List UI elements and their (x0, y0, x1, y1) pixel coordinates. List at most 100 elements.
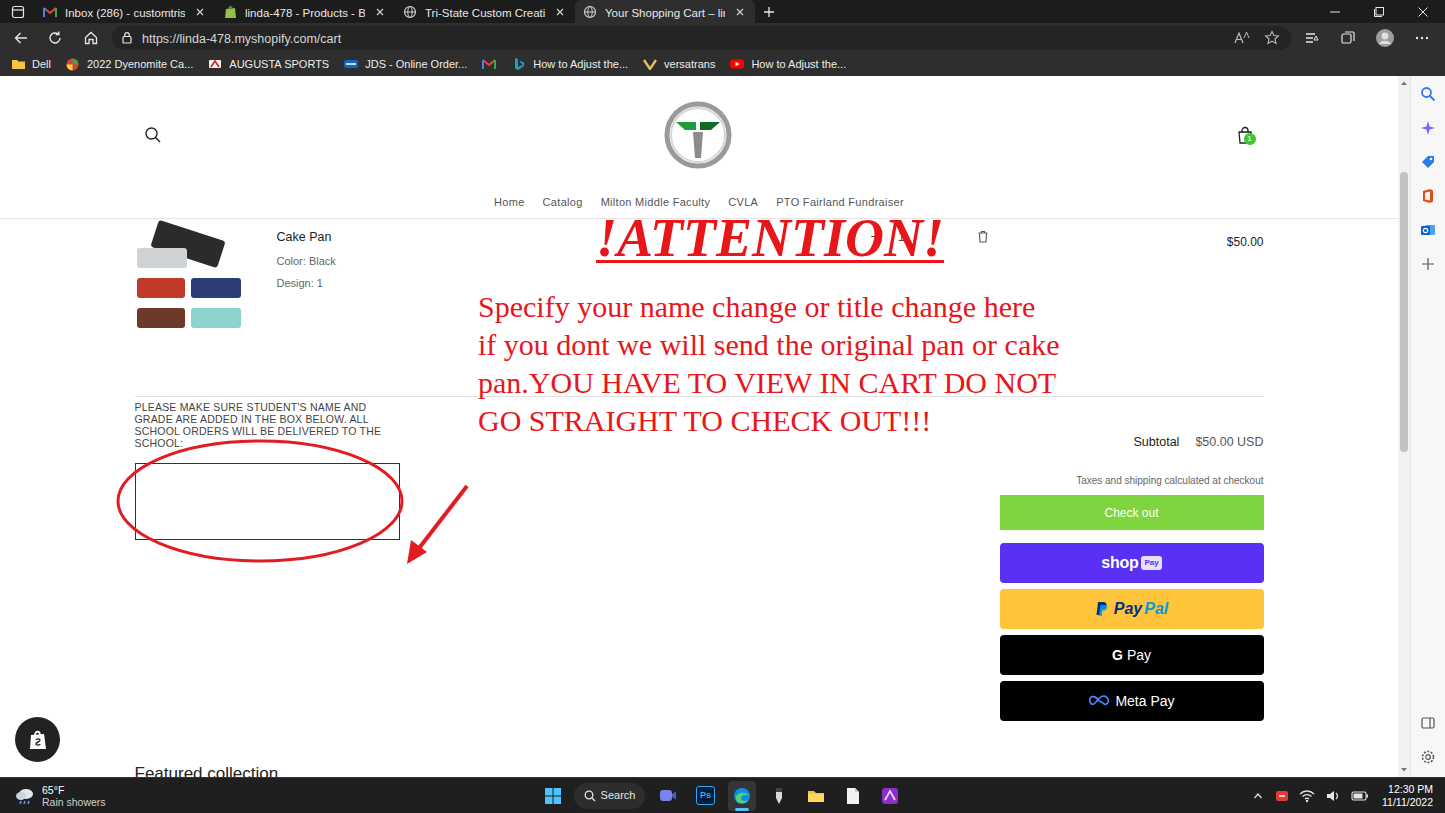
more-icon[interactable] (1407, 25, 1437, 51)
trash-icon[interactable] (971, 226, 995, 246)
taskbar-search[interactable]: Search (574, 783, 646, 809)
bookmark[interactable]: AUGUSTA SPORTS (207, 56, 329, 73)
new-tab-icon[interactable] (755, 0, 783, 23)
attention-line: Specify your name change or title change… (478, 288, 1060, 326)
cart-button[interactable]: 1 (1234, 124, 1256, 146)
address-field[interactable]: https://linda-478.myshopify.com/cart (112, 26, 1291, 50)
cart-count-badge: 1 (1244, 133, 1256, 145)
taskbar-app[interactable] (728, 781, 756, 811)
tab-close-icon[interactable] (733, 5, 747, 19)
tray-app-icon[interactable] (1274, 786, 1290, 806)
bookmark[interactable] (481, 57, 497, 71)
scrollbar[interactable] (1398, 76, 1410, 777)
home-icon[interactable] (76, 25, 106, 51)
bookmark-label: 2022 Dyenomite Ca... (87, 56, 193, 73)
order-note-field[interactable] (135, 463, 400, 540)
shop-wordmark: shop (1101, 551, 1138, 575)
refresh-icon[interactable] (40, 25, 70, 51)
taskbar-app[interactable] (839, 781, 867, 811)
clock-time: 12:30 PM (1388, 783, 1433, 796)
attention-line: GO STRAIGHT TO CHECK OUT!!! (478, 402, 1060, 440)
gpay-g: G (1112, 645, 1123, 666)
bookmark-label: versatrans (664, 56, 715, 73)
tab-close-icon[interactable] (373, 5, 387, 19)
bookmark-label: How to Adjust the... (533, 56, 628, 73)
minimize-icon[interactable] (1313, 0, 1357, 23)
favorites-icon[interactable] (1297, 25, 1327, 51)
tray-chevron-icon[interactable] (1250, 786, 1266, 806)
highlight-ellipse-icon (115, 438, 405, 564)
edge-sidebar (1410, 76, 1445, 777)
browser-tab[interactable]: Tri-State Custom Creations (395, 0, 575, 23)
bookmark[interactable]: How to Adjust the... (729, 56, 846, 73)
bookmark-versatrans-icon (642, 57, 658, 71)
sidebar-panel-icon[interactable] (1418, 713, 1438, 733)
sidebar-outlook-icon[interactable] (1418, 220, 1438, 240)
read-aloud-icon[interactable] (1231, 28, 1253, 48)
checkout-button[interactable]: Check out (1000, 495, 1264, 530)
browser-tab[interactable]: linda-478 - Products - Bamboo R (215, 0, 395, 23)
browser-tab[interactable]: Inbox (286) - customtristate@gr (35, 0, 215, 23)
cart-footer: PLEASE MAKE SURE STUDENT'S NAME AND GRAD… (135, 396, 1264, 721)
tab-close-icon[interactable] (193, 5, 207, 19)
taskbar: 65°FRain showers Search Ps 12:30 PM11/11/20… (0, 777, 1445, 813)
product-title[interactable]: Cake Pan (277, 228, 336, 247)
bookmark[interactable]: versatrans (642, 56, 715, 73)
tray-network-icon[interactable] (1298, 786, 1316, 806)
sidebar-settings-icon[interactable] (1418, 747, 1438, 767)
item-price: $50.00 (1227, 235, 1264, 249)
sidebar-office-icon[interactable] (1418, 186, 1438, 206)
clock[interactable]: 12:30 PM11/11/2022 (1378, 783, 1433, 809)
toolbar: https://linda-478.myshopify.com/cart (0, 23, 1445, 52)
nav-link[interactable]: Home (494, 194, 525, 211)
weather-widget[interactable]: 65°FRain showers (0, 784, 541, 808)
gpay-pay: Pay (1127, 645, 1151, 666)
tray-volume-icon[interactable] (1324, 786, 1342, 806)
scroll-thumb[interactable] (1400, 172, 1408, 452)
bookmark[interactable]: Dell (10, 56, 51, 73)
tab-close-icon[interactable] (553, 5, 567, 19)
browser-tab[interactable]: Your Shopping Cart – linda-478 (575, 0, 755, 23)
tab-actions-icon[interactable] (0, 0, 35, 23)
start-icon[interactable] (541, 782, 565, 810)
gpay-button[interactable]: GPay (1000, 635, 1264, 675)
product-image[interactable] (135, 226, 245, 338)
nav-link[interactable]: Catalog (543, 194, 583, 211)
bookmark[interactable]: JDS - Online Order... (343, 56, 467, 73)
tray-battery-icon[interactable] (1350, 786, 1370, 806)
taskbar-app[interactable] (876, 781, 904, 811)
shoppay-button[interactable]: shopPay (1000, 543, 1264, 583)
sidebar-shopping-icon[interactable] (1418, 152, 1438, 172)
red-arrow-icon (395, 400, 475, 570)
close-window-icon[interactable] (1401, 0, 1445, 23)
taskbar-app[interactable] (654, 781, 682, 811)
shopify-chat-button[interactable] (15, 717, 60, 762)
bookmark-label: Dell (32, 56, 51, 73)
taskbar-app[interactable]: Ps (691, 781, 719, 811)
url-text[interactable]: https://linda-478.myshopify.com/cart (142, 32, 341, 46)
tab-favicon-icon (223, 5, 237, 19)
tab-title: linda-478 - Products - Bamboo R (245, 7, 365, 19)
bookmark[interactable]: 2022 Dyenomite Ca... (65, 56, 193, 73)
pay-badge: Pay (1141, 556, 1161, 570)
sidebar-add-icon[interactable] (1418, 254, 1438, 274)
sidebar-discover-icon[interactable] (1418, 118, 1438, 138)
back-icon[interactable] (8, 25, 34, 51)
search-icon[interactable] (143, 125, 163, 145)
taskbar-app[interactable] (765, 781, 793, 811)
maximize-icon[interactable] (1357, 0, 1401, 23)
metapay-button[interactable]: Meta Pay (1000, 681, 1264, 721)
sidebar-search-icon[interactable] (1418, 84, 1438, 104)
tab-title: Your Shopping Cart – linda-478 (605, 7, 725, 19)
photoshop-label: Ps (700, 789, 711, 803)
taskbar-app[interactable] (802, 781, 830, 811)
collections-icon[interactable] (1333, 25, 1363, 51)
bookmark[interactable]: How to Adjust the... (511, 56, 628, 73)
favorite-star-icon[interactable] (1261, 28, 1283, 48)
store-logo-icon[interactable] (663, 100, 733, 170)
paypal-icon (1095, 601, 1109, 617)
scroll-up-icon[interactable] (1398, 76, 1410, 90)
paypal-button[interactable]: PayPal (1000, 589, 1264, 629)
scroll-down-icon[interactable] (1398, 763, 1410, 777)
profile-icon[interactable] (1369, 25, 1401, 51)
